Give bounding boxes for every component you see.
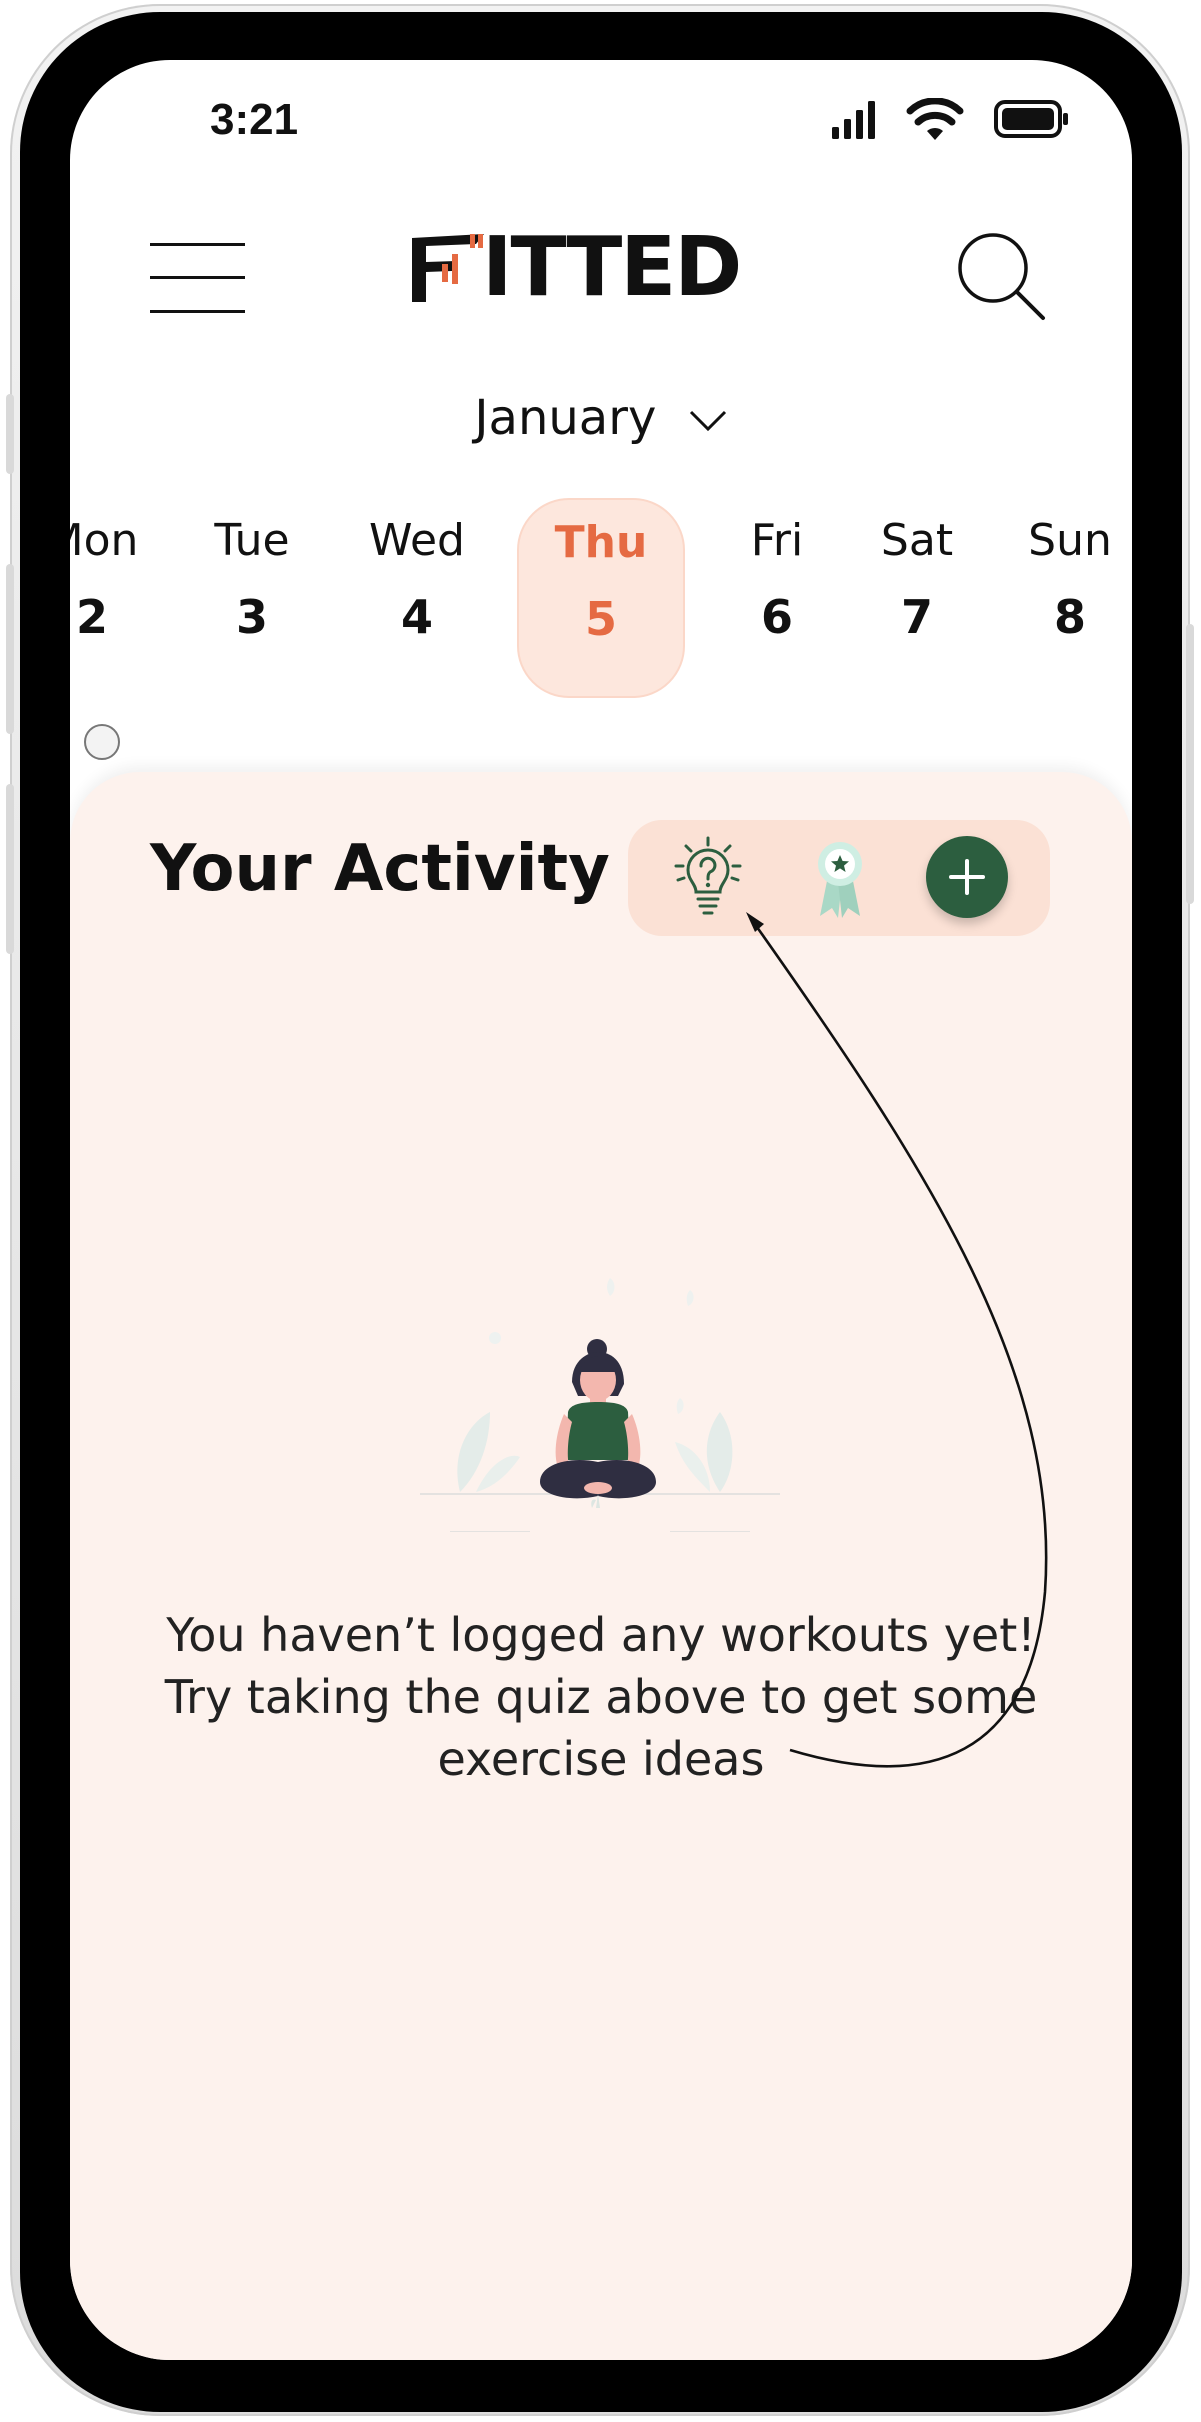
empty-state-message: You haven’t logged any workouts yet! Try…: [130, 1604, 1072, 1790]
power-button: [1186, 624, 1194, 904]
day-name: Wed: [369, 515, 465, 566]
lightbulb-quiz-icon: [674, 836, 742, 915]
app-screen: 3:21 ITTED January on 2 Tue 3 Wed 4 Thu …: [70, 60, 1132, 2360]
day-number: 5: [584, 592, 617, 646]
activity-panel: Your Activity You haven’t logged any wor…: [70, 772, 1132, 2360]
day-number: 8: [1053, 590, 1086, 644]
app-logo: ITTED: [412, 220, 782, 315]
signal-icon: [832, 101, 875, 139]
empty-state-line: You haven’t logged any workouts yet!: [166, 1608, 1036, 1662]
status-time: 3:21: [210, 95, 299, 144]
hamburger-menu-line: [150, 310, 245, 313]
award-ribbon-icon: [818, 842, 862, 918]
chevron-down-icon: [689, 410, 726, 432]
day-sun[interactable]: Sun 8: [988, 480, 1132, 676]
logo-f-mark: [412, 234, 484, 302]
status-icons: [832, 98, 1070, 140]
day-number: 3: [235, 590, 268, 644]
logo-text: ITTED: [482, 220, 742, 315]
plus-icon: [949, 859, 985, 895]
month-selector[interactable]: January: [70, 390, 1132, 446]
month-label: January: [474, 390, 657, 446]
volume-up-button: [6, 564, 14, 734]
day-number: 7: [900, 590, 933, 644]
wifi-icon: [906, 98, 964, 140]
side-button: [6, 394, 14, 474]
day-name: Mon: [70, 515, 139, 566]
day-thu-selected[interactable]: Thu 5: [517, 498, 685, 698]
search-icon: [958, 233, 1045, 320]
achievements-button[interactable]: [798, 836, 882, 920]
day-name: Tue: [214, 515, 290, 566]
day-wed[interactable]: Wed 4: [335, 480, 499, 676]
battery-icon: [994, 100, 1068, 138]
day-name: Thu: [554, 517, 648, 568]
day-name: Sat: [880, 515, 954, 566]
hamburger-menu-icon: [150, 243, 245, 246]
day-sat[interactable]: Sat 7: [835, 480, 999, 676]
day-number: 2: [75, 590, 108, 644]
activity-dot: [84, 724, 120, 760]
activity-title: Your Activity: [150, 832, 610, 906]
search-button[interactable]: [955, 230, 1050, 325]
quiz-button[interactable]: [666, 836, 750, 920]
hamburger-menu-line: [150, 276, 245, 279]
add-workout-button[interactable]: [926, 836, 1008, 918]
day-number: 4: [400, 590, 433, 644]
empty-state-line: exercise ideas: [437, 1732, 765, 1786]
day-tue[interactable]: Tue 3: [170, 480, 334, 676]
empty-state-line: Try taking the quiz above to get some: [164, 1670, 1038, 1724]
day-mon[interactable]: Mon 2: [70, 480, 174, 676]
annotation-arrow: [746, 912, 1048, 1768]
volume-down-button: [6, 784, 14, 954]
day-name: Sun: [1028, 515, 1112, 566]
week-strip: Mon 2 Tue 3 Wed 4 Thu 5 Fri 6 Sat 7 Sun …: [70, 480, 1132, 760]
activity-toolbar: [628, 820, 1050, 936]
menu-button[interactable]: [150, 240, 245, 315]
meditation-illustration: [420, 1278, 780, 1532]
